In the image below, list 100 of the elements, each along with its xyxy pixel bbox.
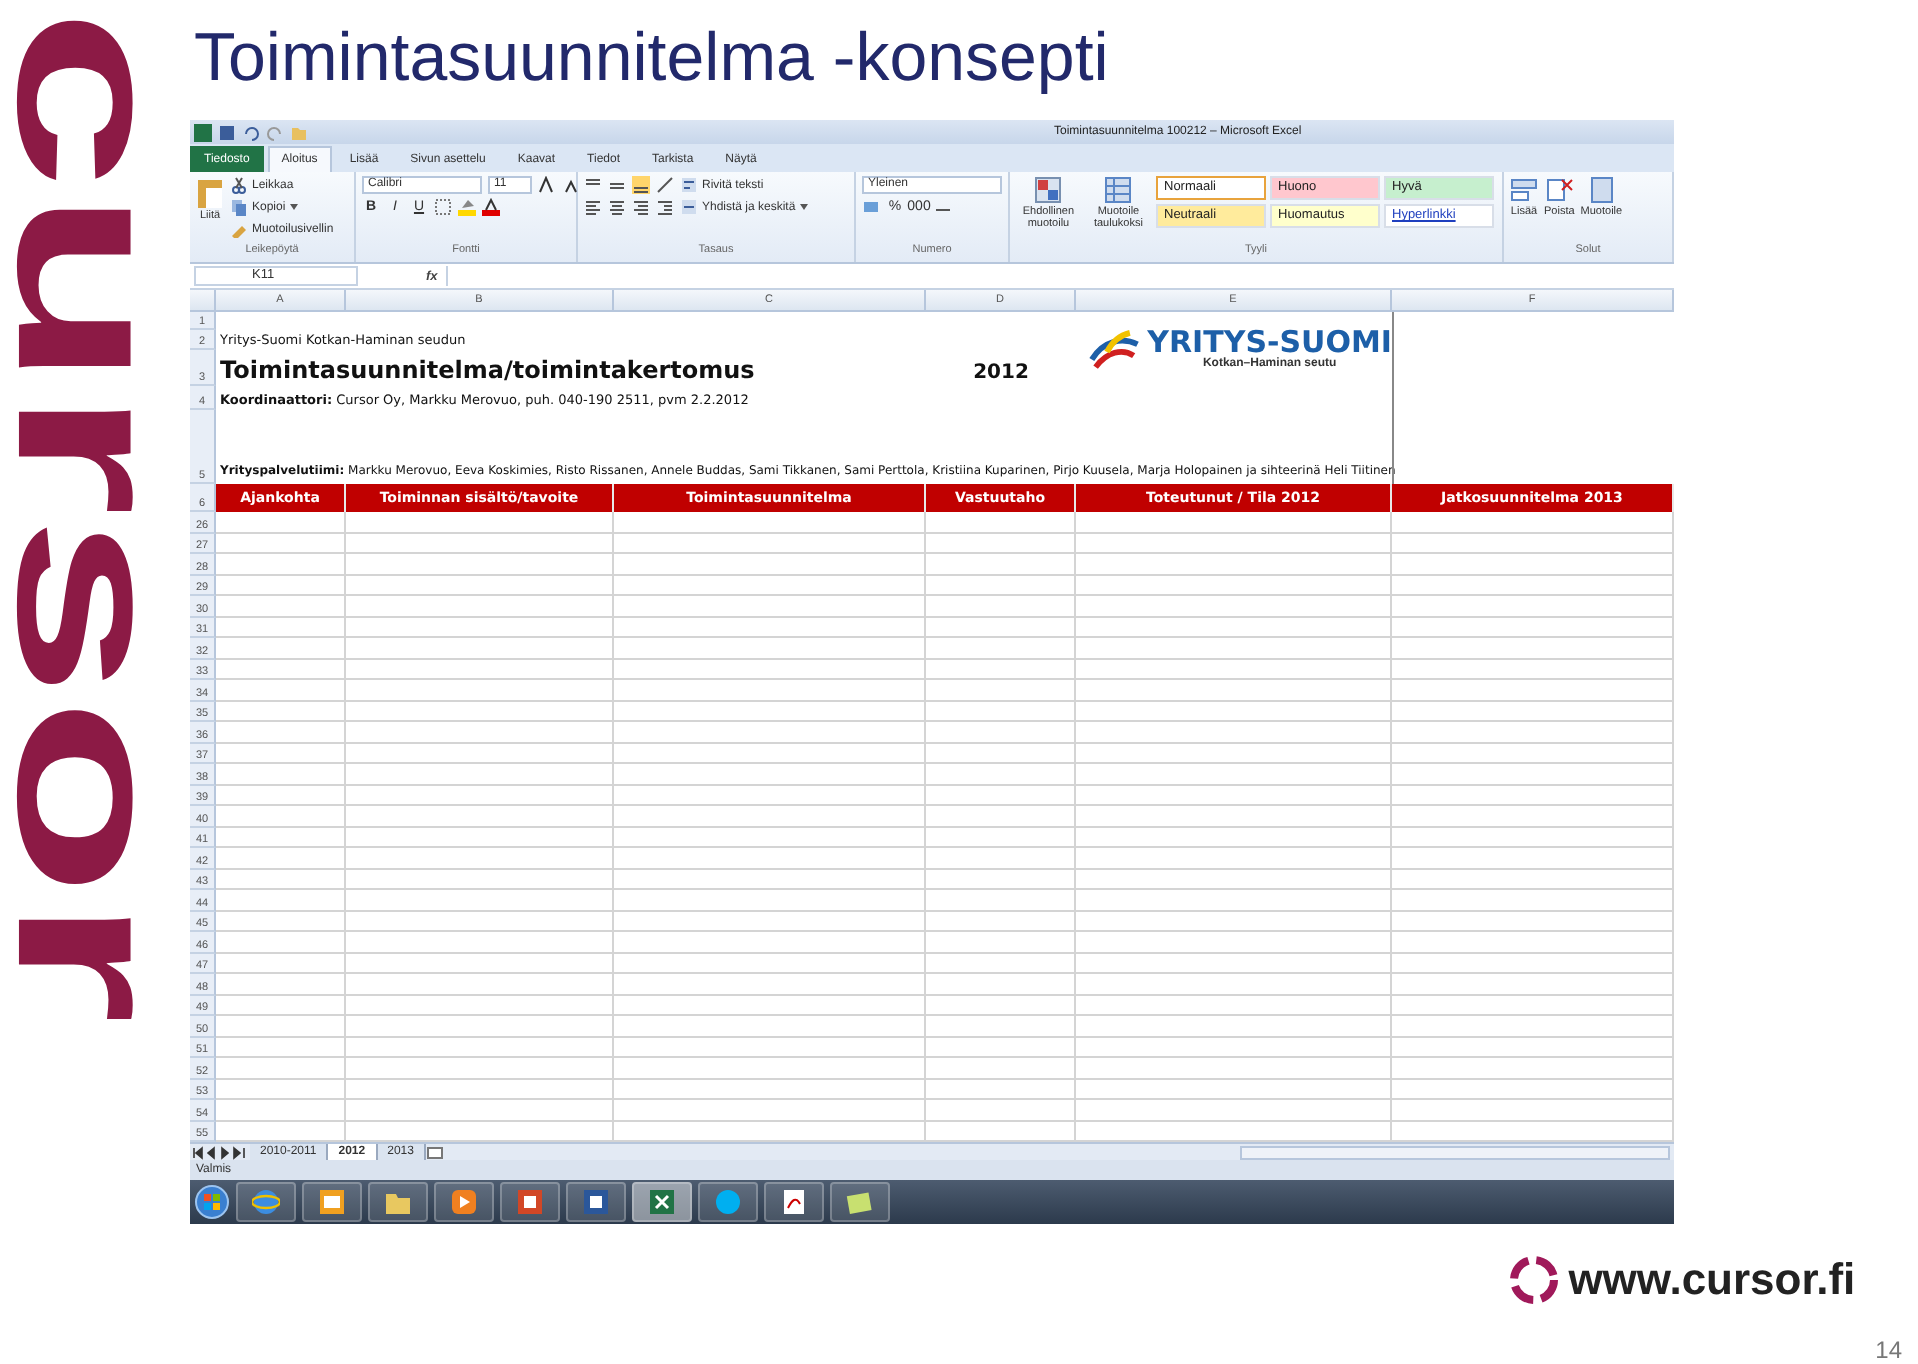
table-cell[interactable] (346, 869, 614, 890)
table-cell[interactable] (1392, 1037, 1674, 1058)
table-cell[interactable] (216, 1037, 346, 1058)
taskbar-button[interactable] (830, 1182, 890, 1222)
table-cell[interactable] (1076, 680, 1392, 701)
table-cell[interactable] (614, 869, 926, 890)
table-cell[interactable] (216, 743, 346, 764)
table-cell[interactable] (216, 911, 346, 932)
table-cell[interactable] (346, 974, 614, 995)
table-cell[interactable] (614, 722, 926, 743)
table-cell[interactable] (1392, 533, 1674, 554)
table-cell[interactable] (1392, 932, 1674, 953)
table-cell[interactable] (926, 869, 1076, 890)
table-cell[interactable] (1392, 596, 1674, 617)
table-cell[interactable] (926, 701, 1076, 722)
table-cell[interactable] (1392, 995, 1674, 1016)
table-cell[interactable] (1392, 659, 1674, 680)
table-cell[interactable] (216, 533, 346, 554)
table-cell[interactable] (1076, 848, 1392, 869)
table-cell[interactable] (614, 617, 926, 638)
table-cell[interactable] (614, 953, 926, 974)
table-cell[interactable] (1392, 890, 1674, 911)
table-cell[interactable] (346, 533, 614, 554)
table-cell[interactable] (1392, 1079, 1674, 1100)
table-cell[interactable] (926, 533, 1076, 554)
taskbar-button[interactable] (632, 1182, 692, 1222)
table-cell[interactable] (216, 638, 346, 659)
table-cell[interactable] (216, 512, 346, 533)
taskbar-button[interactable] (566, 1182, 626, 1222)
taskbar-button[interactable] (236, 1182, 296, 1222)
table-cell[interactable] (614, 764, 926, 785)
table-cell[interactable] (926, 617, 1076, 638)
table-cell[interactable] (926, 806, 1076, 827)
table-cell[interactable] (614, 1079, 926, 1100)
table-cell[interactable] (614, 827, 926, 848)
table-cell[interactable] (926, 596, 1076, 617)
table-cell[interactable] (216, 575, 346, 596)
taskbar-button[interactable] (368, 1182, 428, 1222)
table-cell[interactable] (346, 659, 614, 680)
table-cell[interactable] (1076, 659, 1392, 680)
table-cell[interactable] (614, 533, 926, 554)
table-cell[interactable] (216, 554, 346, 575)
table-cell[interactable] (346, 932, 614, 953)
table-cell[interactable] (926, 827, 1076, 848)
table-cell[interactable] (1392, 512, 1674, 533)
table-cell[interactable] (614, 1016, 926, 1037)
table-cell[interactable] (1392, 743, 1674, 764)
table-cell[interactable] (1076, 827, 1392, 848)
table-cell[interactable] (216, 785, 346, 806)
taskbar-button[interactable] (764, 1182, 824, 1222)
table-cell[interactable] (1076, 1079, 1392, 1100)
table-cell[interactable] (346, 764, 614, 785)
table-cell[interactable] (346, 680, 614, 701)
table-cell[interactable] (216, 764, 346, 785)
table-cell[interactable] (346, 785, 614, 806)
taskbar-button[interactable] (698, 1182, 758, 1222)
table-cell[interactable] (1076, 995, 1392, 1016)
table-cell[interactable] (1392, 680, 1674, 701)
table-cell[interactable] (1076, 617, 1392, 638)
table-cell[interactable] (614, 575, 926, 596)
table-cell[interactable] (614, 554, 926, 575)
table-cell[interactable] (216, 1100, 346, 1121)
table-cell[interactable] (1392, 848, 1674, 869)
table-cell[interactable] (216, 974, 346, 995)
table-cell[interactable] (614, 680, 926, 701)
table-cell[interactable] (1392, 911, 1674, 932)
table-cell[interactable] (346, 1016, 614, 1037)
table-cell[interactable] (1392, 617, 1674, 638)
table-cell[interactable] (1076, 596, 1392, 617)
table-cell[interactable] (1392, 869, 1674, 890)
table-cell[interactable] (216, 1079, 346, 1100)
table-cell[interactable] (614, 701, 926, 722)
table-cell[interactable] (1392, 785, 1674, 806)
table-cell[interactable] (346, 1058, 614, 1079)
table-cell[interactable] (926, 1079, 1076, 1100)
table-cell[interactable] (1392, 701, 1674, 722)
table-cell[interactable] (614, 638, 926, 659)
table-cell[interactable] (1076, 806, 1392, 827)
table-cell[interactable] (1392, 827, 1674, 848)
table-cell[interactable] (346, 911, 614, 932)
table-cell[interactable] (926, 932, 1076, 953)
table-cell[interactable] (1076, 890, 1392, 911)
table-cell[interactable] (1392, 764, 1674, 785)
table-cell[interactable] (1076, 638, 1392, 659)
table-cell[interactable] (216, 680, 346, 701)
table-cell[interactable] (216, 932, 346, 953)
table-cell[interactable] (216, 596, 346, 617)
table-cell[interactable] (1076, 701, 1392, 722)
table-cell[interactable] (1392, 1058, 1674, 1079)
table-cell[interactable] (926, 680, 1076, 701)
taskbar-button[interactable] (434, 1182, 494, 1222)
table-cell[interactable] (926, 995, 1076, 1016)
table-cell[interactable] (1076, 1037, 1392, 1058)
table-cell[interactable] (1076, 1058, 1392, 1079)
table-cell[interactable] (614, 512, 926, 533)
table-cell[interactable] (926, 890, 1076, 911)
table-cell[interactable] (614, 596, 926, 617)
table-cell[interactable] (1076, 974, 1392, 995)
table-cell[interactable] (614, 932, 926, 953)
table-cell[interactable] (614, 743, 926, 764)
